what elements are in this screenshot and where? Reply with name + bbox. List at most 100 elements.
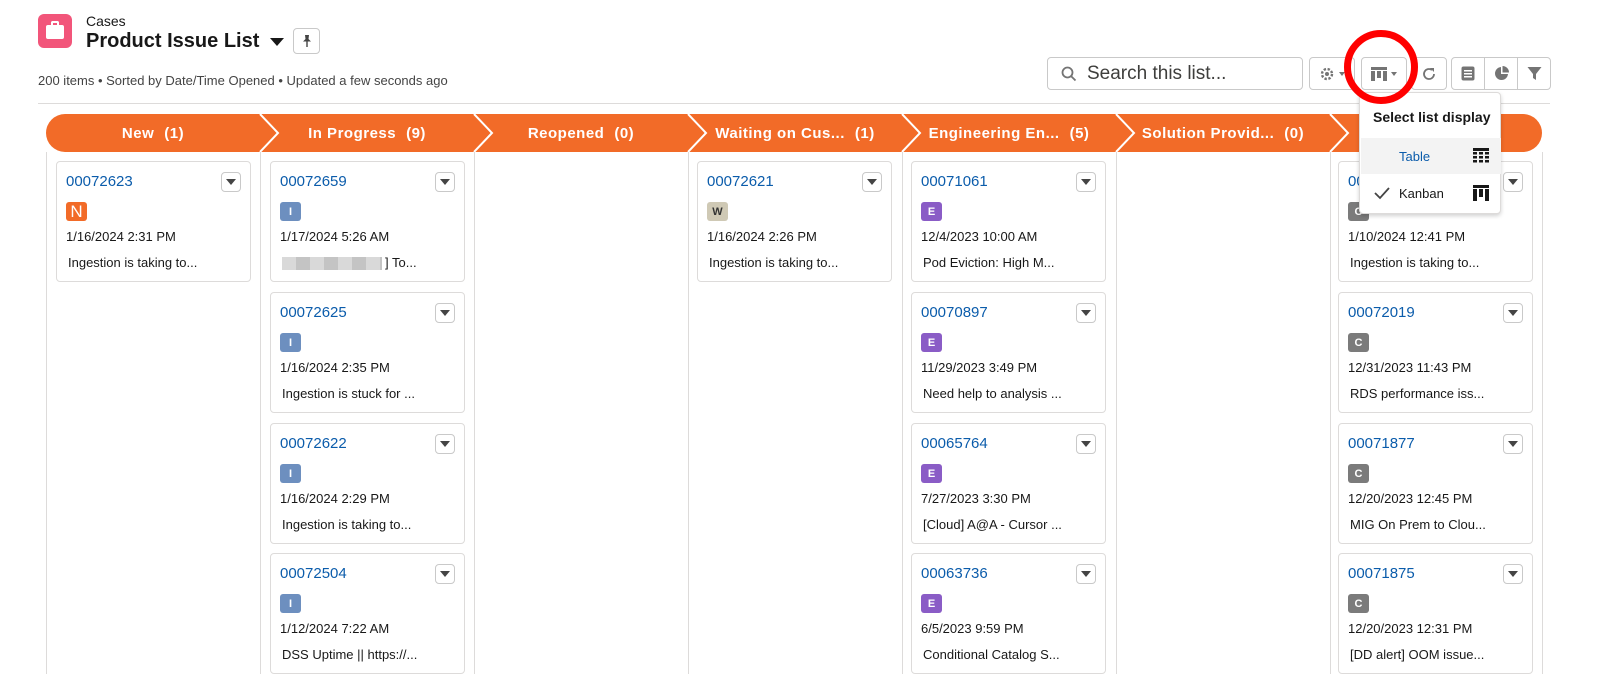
card-actions-button[interactable] [435,564,455,584]
case-card[interactable]: 00072504 I 1/12/2024 7:22 AM DSS Uptime … [270,553,465,674]
list-view-title[interactable]: Product Issue List [86,30,259,53]
column-divider [1330,152,1331,674]
case-number-link[interactable]: 00072504 [280,565,347,582]
card-actions-button[interactable] [1503,564,1523,584]
case-number-link[interactable]: 00072623 [66,173,133,190]
case-number-link[interactable]: 00071877 [1348,435,1415,452]
case-subject-text: ] To... [385,255,417,270]
refresh-button[interactable] [1411,57,1447,90]
option-label: Table [1399,148,1431,164]
column-divider [688,152,689,674]
filters-button[interactable] [1517,58,1550,89]
case-card[interactable]: 00065764 E 7/27/2023 3:30 PM [Cloud] A@A… [911,423,1106,544]
case-card[interactable]: 00072019 C 12/31/2023 11:43 PM RDS perfo… [1338,292,1533,413]
case-card[interactable]: 00072625 I 1/16/2024 2:35 PM Ingestion i… [270,292,465,413]
case-card[interactable]: 00072659 I 1/17/2024 5:26 AM ] To... [270,161,465,282]
select-list-display-menu: Select list display Table Kanban [1359,92,1501,214]
card-actions-button[interactable] [435,434,455,454]
cases-object-icon [38,14,72,48]
list-view-picker-chevron-down-icon[interactable] [270,38,284,46]
card-actions-button[interactable] [1076,303,1096,323]
chevron-down-icon [440,441,450,447]
search-icon [1061,66,1077,81]
case-card[interactable]: 00071061 E 12/4/2023 10:00 AM Pod Evicti… [911,161,1106,282]
owner-avatar-badge: I [280,202,301,221]
case-card[interactable]: 00063736 E 6/5/2023 9:59 PM Conditional … [911,553,1106,674]
case-opened-date: 11/29/2023 3:49 PM [921,360,1038,375]
column-divider [1542,152,1543,674]
stage-engineering-engaged[interactable]: Engineering En... (5) [902,114,1116,152]
case-number-link[interactable]: 00072625 [280,304,347,321]
case-subject: ] To... [282,255,417,271]
case-number-link[interactable]: 00072659 [280,173,347,190]
case-card[interactable]: 00071875 C 12/20/2023 12:31 PM [DD alert… [1338,553,1533,674]
display-option-kanban[interactable]: Kanban [1361,175,1501,211]
display-option-table[interactable]: Table [1361,138,1501,174]
card-actions-button[interactable] [862,172,882,192]
owner-avatar-badge: W [707,202,728,221]
stage-in-progress[interactable]: In Progress (9) [260,114,474,152]
case-subject: Ingestion is taking to... [282,517,412,532]
case-card[interactable]: 00072622 I 1/16/2024 2:29 PM Ingestion i… [270,423,465,544]
chevron-down-icon [1081,571,1091,577]
card-actions-button[interactable] [1503,303,1523,323]
case-card[interactable]: 00071877 C 12/20/2023 12:45 PM MIG On Pr… [1338,423,1533,544]
gear-icon [1320,67,1334,80]
card-actions-button[interactable] [1503,172,1523,192]
charts-button[interactable] [1484,58,1517,89]
card-actions-button[interactable] [221,172,241,192]
case-card[interactable]: 00072621 W 1/16/2024 2:26 PM Ingestion i… [697,161,892,282]
column-divider [474,152,475,674]
case-number-link[interactable]: 00071061 [921,173,988,190]
case-number-link[interactable]: 00065764 [921,435,988,452]
chevron-down-icon [1508,179,1518,185]
card-actions-button[interactable] [1076,172,1096,192]
card-actions-button[interactable] [435,303,455,323]
chevron-down-icon [440,179,450,185]
case-subject: MIG On Prem to Clou... [1350,517,1486,532]
case-number-link[interactable]: 00072622 [280,435,347,452]
stage-label: In Progress [308,124,397,142]
stage-label: Waiting on Cus... [715,124,845,142]
case-number-link[interactable]: 00071875 [1348,565,1415,582]
pin-icon [302,35,311,47]
edit-list-button[interactable] [1452,58,1484,89]
owner-avatar-badge: C [1348,333,1369,352]
card-actions-button[interactable] [1503,434,1523,454]
case-opened-date: 12/20/2023 12:45 PM [1348,491,1473,506]
chevron-down-icon [1081,310,1091,316]
stage-new[interactable]: New (1) [46,114,260,152]
menu-title: Select list display [1373,109,1491,125]
owner-avatar-badge: I [280,594,301,613]
search-input[interactable] [1085,61,1285,86]
pin-list-button[interactable] [293,28,320,54]
chevron-down-icon [226,179,236,185]
chevron-down-icon [1508,571,1518,577]
owner-avatar-badge: N [66,202,87,221]
display-as-button[interactable] [1361,57,1407,90]
stage-waiting-on-customer[interactable]: Waiting on Cus... (1) [688,114,902,152]
card-actions-button[interactable] [1076,564,1096,584]
card-actions-button[interactable] [435,172,455,192]
column-divider [46,152,47,674]
case-opened-date: 1/16/2024 2:35 PM [280,360,390,375]
owner-avatar-badge: E [921,594,942,613]
stage-reopened[interactable]: Reopened (0) [474,114,688,152]
list-icon [1461,66,1475,81]
case-number-link[interactable]: 00072621 [707,173,774,190]
case-number-link[interactable]: 00070897 [921,304,988,321]
list-view-controls-button[interactable] [1309,57,1355,90]
case-card[interactable]: 00070897 E 11/29/2023 3:49 PM Need help … [911,292,1106,413]
chevron-down-icon [1081,441,1091,447]
case-number-link[interactable]: 00063736 [921,565,988,582]
stage-count: (0) [614,124,635,142]
stage-solution-provided[interactable]: Solution Provid... (0) [1116,114,1330,152]
case-number-link[interactable]: 00072019 [1348,304,1415,321]
column-divider [902,152,903,674]
chevron-down-icon [440,571,450,577]
card-actions-button[interactable] [1076,434,1096,454]
search-box[interactable] [1047,57,1303,90]
owner-avatar-badge: C [1348,464,1369,483]
case-card[interactable]: 00072623 N 1/16/2024 2:31 PM Ingestion i… [56,161,251,282]
case-opened-date: 1/10/2024 12:41 PM [1348,229,1466,244]
